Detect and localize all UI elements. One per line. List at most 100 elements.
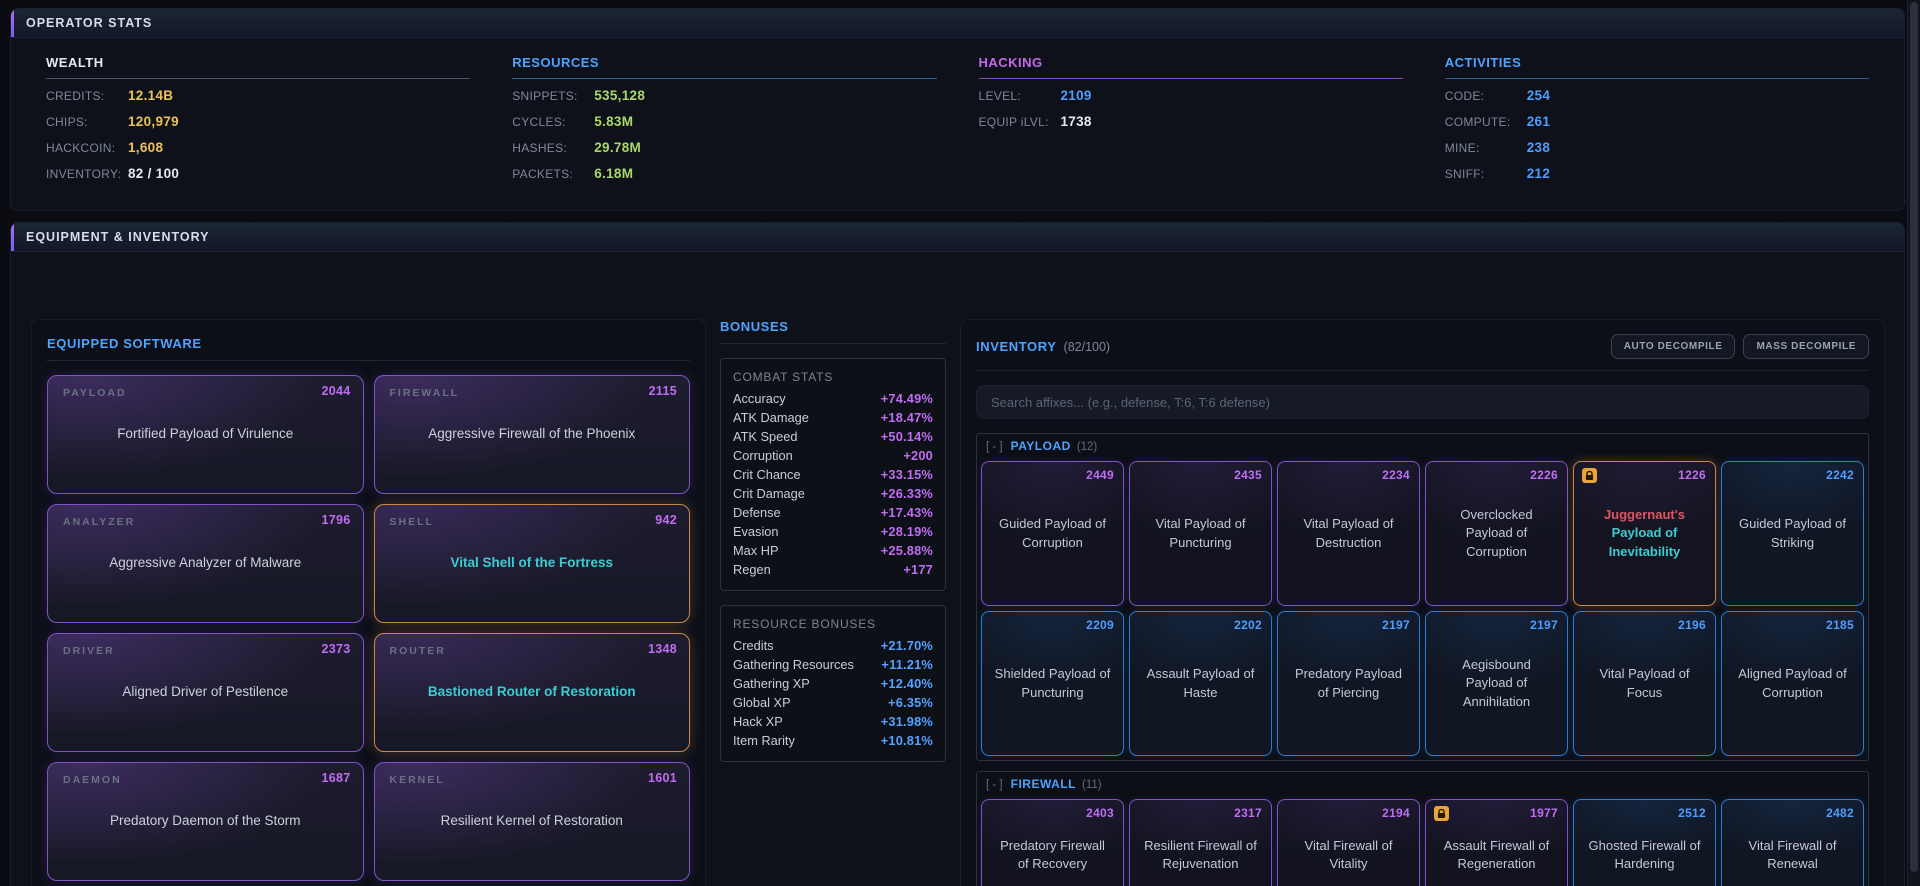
bonus-row: Evasion +28.19% [733,524,933,543]
equipped-card-driver[interactable]: DRIVER 2373 Aligned Driver of Pestilence [47,633,364,752]
equipped-card-shell[interactable]: SHELL 942 Vital Shell of the Fortress [374,504,691,623]
bonus-value: +50.14% [881,429,933,444]
group-count: (12) [1077,441,1097,453]
group-title: FIREWALL [1011,777,1076,791]
bonus-label: Corruption [733,448,793,463]
inventory-capacity: (82/100) [1064,340,1111,354]
bonus-label: Hack XP [733,714,783,729]
group-title: PAYLOAD [1011,439,1071,453]
lock-glyph [1437,809,1446,819]
bonus-label: Max HP [733,543,779,558]
item-name: Ghosted Firewall of Hardening [1586,837,1703,873]
inventory-item-card[interactable]: 2194 Vital Firewall of Vitality [1277,799,1420,886]
bonus-label: Evasion [733,524,779,539]
slot-label: SHELL [390,516,434,528]
bonus-value: +6.35% [888,695,933,710]
inventory-item-card[interactable]: 2197 Aegisbound Payload of Annihilation [1425,611,1568,756]
inventory-item-card[interactable]: 2234 Vital Payload of Destruction [1277,461,1420,606]
inventory-item-card[interactable]: 2185 Aligned Payload of Corruption [1721,611,1864,756]
inventory-item-card[interactable]: 2209 Shielded Payload of Puncturing [981,611,1124,756]
bonuses-boxes: COMBAT STATS Accuracy +74.49% ATK Damage… [720,358,946,762]
inventory-item-card[interactable]: 1977 Assault Firewall of Regeneration [1425,799,1568,886]
collapse-toggle-icon[interactable]: [ - ] [986,441,1003,453]
item-name: Guided Payload of Corruption [994,515,1111,551]
bonus-label: Gathering Resources [733,657,854,672]
equipped-card-router[interactable]: ROUTER 1348 Bastioned Router of Restorat… [374,633,691,752]
bonus-row: Gathering Resources +11.21% [733,657,933,676]
item-name: Predatory Payload of Piercing [1290,665,1407,701]
item-name: Assault Firewall of Regeneration [1438,837,1555,873]
item-name: Vital Payload of Destruction [1290,515,1407,551]
inventory-item-card[interactable]: 2512 Ghosted Firewall of Hardening [1573,799,1716,886]
page: OPERATOR STATS WEALTH CREDITS: 12.14B CH… [0,0,1907,886]
inventory-item-card[interactable]: 2403 Predatory Firewall of Recovery [981,799,1124,886]
inventory-item-card[interactable]: 2226 Overclocked Payload of Corruption [1425,461,1568,606]
bonus-box-combat: COMBAT STATS Accuracy +74.49% ATK Damage… [720,358,946,591]
equipped-card-analyzer[interactable]: ANALYZER 1796 Aggressive Analyzer of Mal… [47,504,364,623]
group-count: (11) [1082,779,1102,791]
slot-label: PAYLOAD [63,387,127,399]
equipped-card-firewall[interactable]: FIREWALL 2115 Aggressive Firewall of the… [374,375,691,494]
stats-column-activities: ACTIVITIES CODE: 254 COMPUTE: 261 MINE: … [1445,55,1869,192]
bonus-value: +31.98% [881,714,933,729]
slot-label: DAEMON [63,774,122,786]
item-name: Shielded Payload of Puncturing [994,665,1111,701]
equipped-card-kernel[interactable]: KERNEL 1601 Resilient Kernel of Restorat… [374,762,691,881]
bonus-box-title: COMBAT STATS [733,367,933,391]
stat-label: CODE: [1445,89,1527,103]
stats-column-title: ACTIVITIES [1445,55,1869,79]
bonus-row: ATK Damage +18.47% [733,410,933,429]
inventory-group-header-payload[interactable]: [ - ] PAYLOAD (12) [977,434,1868,457]
stat-label: EQUIP iLVL: [979,115,1061,129]
page-scrollbar-thumb[interactable] [1910,2,1918,872]
item-name: Resilient Kernel of Restoration [441,812,623,830]
collapse-toggle-icon[interactable]: [ - ] [986,779,1003,791]
item-level-badge: 2403 [1086,806,1114,820]
item-name: Vital Payload of Focus [1586,665,1703,701]
inventory-item-card[interactable]: 2196 Vital Payload of Focus [1573,611,1716,756]
bonus-row: Crit Damage +26.33% [733,486,933,505]
bonus-row: Global XP +6.35% [733,695,933,714]
item-name: Bastioned Router of Restoration [428,683,636,701]
item-name: Assault Payload of Haste [1142,665,1259,701]
lock-glyph [1585,471,1594,481]
equipped-card-payload[interactable]: PAYLOAD 2044 Fortified Payload of Virule… [47,375,364,494]
stat-row: EQUIP iLVL: 1738 [979,114,1403,140]
stat-value: 120,979 [128,114,179,129]
item-level-badge: 2482 [1826,806,1854,820]
stats-column-resources: RESOURCES SNIPPETS: 535,128 CYCLES: 5.83… [512,55,936,192]
inventory-item-card[interactable]: 2202 Assault Payload of Haste [1129,611,1272,756]
bonus-label: Item Rarity [733,733,795,748]
bonus-value: +17.43% [881,505,933,520]
inventory-item-card[interactable]: 2482 Vital Firewall of Renewal [1721,799,1864,886]
item-name-part: Juggernaut's [1604,507,1685,522]
bonus-row: Item Rarity +10.81% [733,733,933,752]
stats-column-hacking: HACKING LEVEL: 2109 EQUIP iLVL: 1738 [979,55,1403,192]
stat-value: 1,608 [128,140,163,155]
inventory-search-input[interactable] [976,385,1869,419]
equipped-grid: PAYLOAD 2044 Fortified Payload of Virule… [47,375,690,881]
item-level-badge: 2185 [1826,618,1854,632]
inventory-group-header-firewall[interactable]: [ - ] FIREWALL (11) [977,772,1868,795]
equipped-card-daemon[interactable]: DAEMON 1687 Predatory Daemon of the Stor… [47,762,364,881]
inventory-item-card[interactable]: 2242 Guided Payload of Striking [1721,461,1864,606]
item-level-badge: 2242 [1826,468,1854,482]
auto-decompile-button[interactable]: AUTO DECOMPILE [1611,334,1736,359]
item-name: Juggernaut's Payload of Inevitability [1586,506,1703,561]
inventory-item-card[interactable]: 2435 Vital Payload of Puncturing [1129,461,1272,606]
bonus-value: +25.88% [881,543,933,558]
stat-row: COMPUTE: 261 [1445,114,1869,140]
inventory-title: INVENTORY [976,339,1057,354]
item-level-badge: 2197 [1382,618,1410,632]
inventory-item-card[interactable]: 1226 Juggernaut's Payload of Inevitabili… [1573,461,1716,606]
mass-decompile-button[interactable]: MASS DECOMPILE [1743,334,1869,359]
bonus-row: ATK Speed +50.14% [733,429,933,448]
item-name: Overclocked Payload of Corruption [1438,506,1555,561]
page-scrollbar[interactable] [1907,0,1920,886]
inventory-item-card[interactable]: 2449 Guided Payload of Corruption [981,461,1124,606]
inventory-item-card[interactable]: 2317 Resilient Firewall of Rejuvenation [1129,799,1272,886]
inventory-item-card[interactable]: 2197 Predatory Payload of Piercing [1277,611,1420,756]
bonus-label: Crit Chance [733,467,801,482]
bonus-row: Credits +21.70% [733,638,933,657]
stats-column-title: HACKING [979,55,1403,79]
